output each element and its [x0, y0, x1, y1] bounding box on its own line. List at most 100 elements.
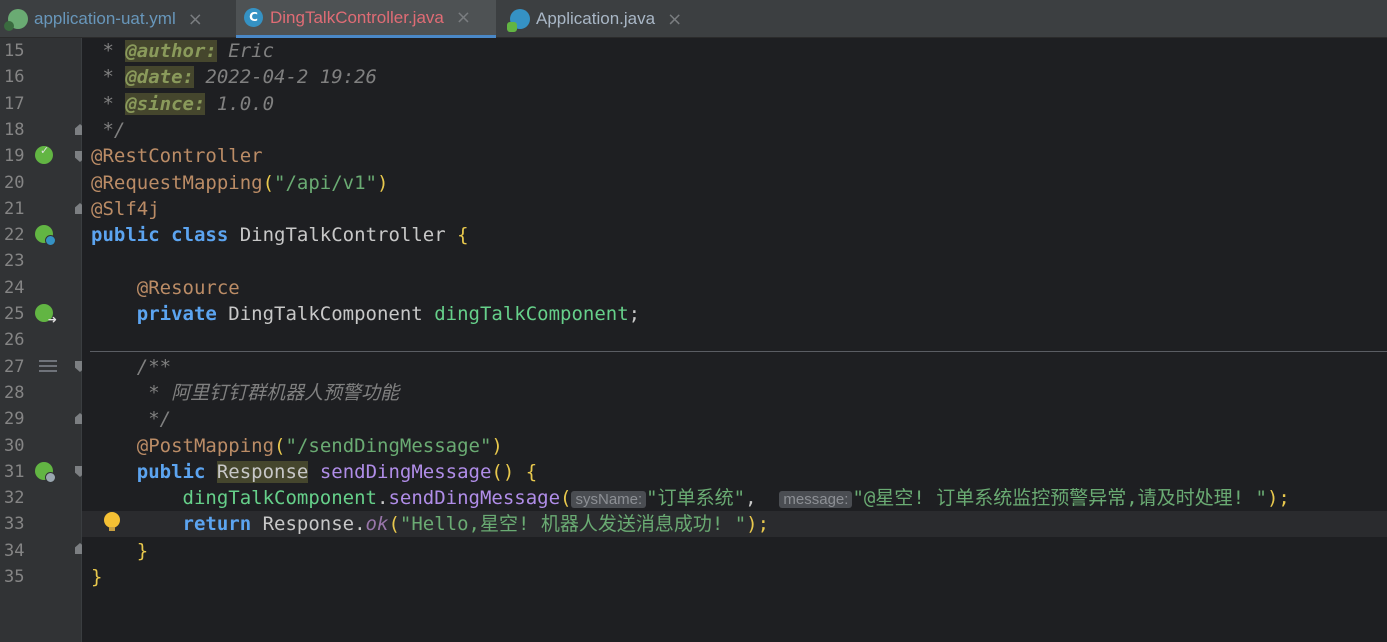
code-token: { [525, 460, 538, 483]
code-token: @Resource [136, 276, 240, 299]
line-number: 15 [4, 41, 25, 61]
code-token: ); [1266, 487, 1290, 510]
line-number: 25 [4, 304, 25, 324]
yaml-file-icon [4, 9, 28, 31]
code-line[interactable]: * @author: Eric [82, 38, 1387, 64]
code-line[interactable]: @Resource [82, 275, 1387, 301]
code-token: dingTalkComponent [182, 487, 377, 510]
parameter-hint: sysName: [571, 491, 647, 509]
code-token: Response [216, 460, 309, 483]
editor-tab-bar: application-uat.yml × C DingTalkControll… [0, 0, 1387, 38]
code-line[interactable]: private DingTalkComponent dingTalkCompon… [82, 301, 1387, 327]
code-line[interactable]: @Slf4j [82, 196, 1387, 222]
code-line[interactable]: @RestController [82, 143, 1387, 169]
code-line[interactable]: dingTalkComponent.sendDingMessage(sysNam… [82, 485, 1387, 511]
spring-controller-icon[interactable] [35, 144, 53, 164]
line-number: 24 [4, 277, 25, 298]
code-line[interactable]: /** [82, 354, 1387, 380]
code-line[interactable] [82, 327, 1387, 353]
editor-gutter: 15 16 17 18 19 20 21 22 23 24 25 26 27 28 29 30 31 32 33 34… [0, 38, 85, 642]
code-token: , [745, 487, 780, 510]
line-number: 18 [4, 119, 25, 140]
code-token: class [171, 224, 229, 247]
line-number: 33 [4, 514, 25, 535]
code-token: sendDingMessage [319, 460, 492, 483]
code-token: Response. [251, 513, 366, 536]
code-editor[interactable]: * @author: Eric * @date: 2022-04-2 19:26… [82, 38, 1387, 642]
tab-dingtalkcontroller-java[interactable]: C DingTalkController.java × [236, 0, 496, 38]
code-token: */ [91, 118, 126, 141]
code-token: * [91, 40, 126, 62]
line-number: 19 [4, 146, 25, 167]
code-line[interactable]: public Response sendDingMessage() { [82, 459, 1387, 485]
line-number: 28 [4, 382, 25, 403]
line-number: 34 [4, 540, 25, 561]
tab-application-java[interactable]: Application.java × [502, 0, 702, 38]
code-token: sendDingMessage [388, 487, 561, 510]
code-line[interactable]: */ [82, 406, 1387, 432]
code-token: "/sendDingMessage" [285, 434, 492, 457]
code-line[interactable]: } [82, 538, 1387, 564]
code-line[interactable]: public class DingTalkController { [82, 222, 1387, 248]
code-token: ok [365, 513, 389, 536]
code-line[interactable]: return Response.ok("Hello,星空! 机器人发送消息成功!… [82, 511, 1387, 538]
code-token: 1.0.0 [205, 92, 275, 115]
code-token: ) [491, 434, 503, 457]
line-number: 35 [4, 567, 25, 587]
tab-label: application-uat.yml [34, 9, 176, 28]
tab-label: Application.java [536, 9, 656, 28]
spring-bean-icon[interactable] [35, 225, 56, 246]
line-number: 32 [4, 488, 25, 509]
code-token: @date: [125, 66, 194, 89]
code-line[interactable]: */ [82, 117, 1387, 143]
spring-autowired-navigate-icon[interactable] [35, 304, 57, 326]
line-number: 22 [4, 225, 25, 246]
code-token: @since: [125, 92, 206, 115]
code-token: return [182, 513, 252, 536]
line-number: 16 [4, 67, 25, 88]
code-token: "/api/v1" [274, 171, 377, 194]
close-icon[interactable]: × [456, 7, 471, 28]
code-line[interactable]: @PostMapping("/sendDingMessage") [82, 433, 1387, 459]
code-line[interactable]: @RequestMapping("/api/v1") [82, 170, 1387, 196]
code-token: } [136, 539, 149, 562]
line-number: 23 [4, 251, 25, 272]
spring-request-mapping-icon[interactable] [35, 462, 56, 483]
code-line[interactable]: * @since: 1.0.0 [82, 91, 1387, 117]
code-token: ) [377, 171, 389, 194]
line-number: 29 [4, 409, 25, 430]
code-token: () [491, 460, 526, 483]
tab-label: DingTalkController.java [270, 7, 444, 27]
code-token: dingTalkComponent [434, 303, 629, 325]
code-token: } [91, 566, 103, 588]
code-line[interactable]: * 阿里钉钉群机器人预警功能 [82, 380, 1387, 406]
code-line[interactable]: } [82, 564, 1387, 590]
code-token: ( [388, 513, 400, 536]
tab-application-uat-yml[interactable]: application-uat.yml × [0, 0, 228, 38]
line-number: 20 [4, 172, 25, 193]
method-separator [90, 351, 1387, 352]
code-token: ); [746, 513, 770, 536]
code-token: * 阿里钉钉群机器人预警功能 [91, 381, 400, 404]
code-token: * [91, 66, 126, 89]
parameter-hint: message: [779, 491, 853, 509]
code-token: @RequestMapping [91, 171, 263, 194]
java-class-icon: C [244, 7, 264, 28]
line-number: 31 [4, 461, 25, 482]
code-token: public [136, 460, 206, 483]
close-icon[interactable]: × [188, 9, 203, 30]
code-token: @Slf4j [91, 197, 160, 220]
code-token: @PostMapping [136, 434, 275, 457]
code-line[interactable] [82, 248, 1387, 274]
close-icon[interactable]: × [667, 9, 682, 30]
rendered-doc-icon[interactable] [39, 360, 57, 374]
code-token: /** [91, 355, 172, 378]
code-line[interactable]: * @date: 2022-04-2 19:26 [82, 64, 1387, 90]
